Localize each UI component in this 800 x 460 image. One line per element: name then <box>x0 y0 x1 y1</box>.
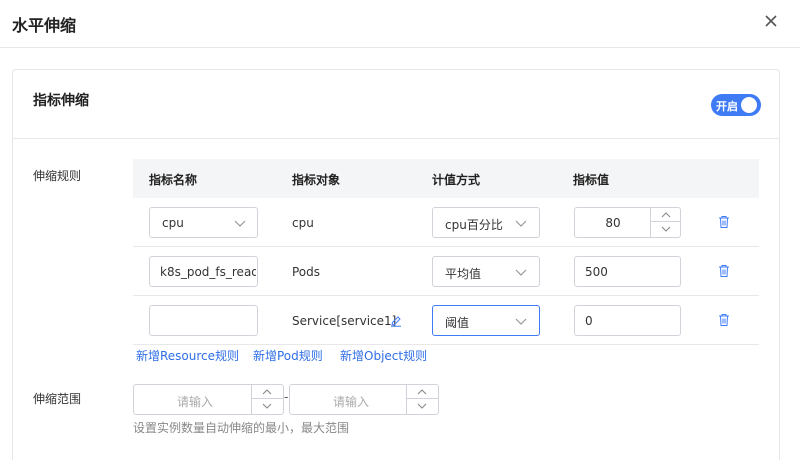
enable-toggle[interactable]: 开启 <box>711 94 761 116</box>
select-value: cpu <box>162 216 184 230</box>
dialog-title: 水平伸缩 <box>12 16 77 35</box>
max-placeholder: 请输入 <box>333 395 370 409</box>
rules-label: 伸缩规则 <box>33 169 82 183</box>
increment-button[interactable] <box>407 385 439 399</box>
method-select[interactable]: cpu百分比 <box>432 207 540 238</box>
input-value: k8s_pod_fs_read <box>160 265 256 279</box>
chevron-up-icon <box>417 389 427 395</box>
select-value: 阈值 <box>445 316 470 330</box>
select-value: 平均值 <box>445 267 482 281</box>
chevron-down-icon <box>262 403 272 409</box>
dialog: 水平伸缩 指标伸缩 开启 伸缩规则 指标名称 指标对象 计值方式 指标值 cpu <box>0 0 800 460</box>
card-header: 指标伸缩 开启 <box>13 70 779 139</box>
metric-target-text: Service[service1] <box>292 314 397 328</box>
header-metric-name: 指标名称 <box>149 173 198 187</box>
chevron-up-icon <box>661 212 671 218</box>
trash-icon[interactable] <box>717 313 731 327</box>
metric-value-stepper[interactable]: 80 <box>574 207 681 238</box>
close-icon[interactable] <box>762 12 780 30</box>
chevron-down-icon <box>515 269 527 276</box>
trash-icon[interactable] <box>717 264 731 278</box>
min-placeholder: 请输入 <box>177 395 214 409</box>
stepper-value: 80 <box>605 216 621 230</box>
chevron-down-icon <box>417 403 427 409</box>
table-row: cpu cpu cpu百分比 80 <box>133 198 759 247</box>
metric-name-input[interactable]: k8s_pod_fs_read <box>149 256 258 287</box>
range-hint: 设置实例数量自动伸缩的最小，最大范围 <box>133 421 350 435</box>
metric-value-input[interactable]: 0 <box>574 305 681 336</box>
table-row: k8s_pod_fs_read Pods 平均值 500 <box>133 247 759 296</box>
chevron-up-icon <box>262 389 272 395</box>
edit-icon[interactable] <box>390 315 402 327</box>
trash-icon[interactable] <box>717 215 731 229</box>
header-metric-value: 指标值 <box>573 173 610 187</box>
dialog-header: 水平伸缩 <box>0 0 800 48</box>
chevron-down-icon <box>234 220 246 227</box>
metric-name-select[interactable]: cpu <box>149 207 258 238</box>
table-header: 指标名称 指标对象 计值方式 指标值 <box>133 159 759 198</box>
method-select[interactable]: 平均值 <box>432 256 540 287</box>
chevron-down-icon <box>661 226 671 232</box>
table-row: Service[service1] 阈值 0 <box>133 296 759 345</box>
decrement-button[interactable] <box>252 399 284 413</box>
metric-target-text: Pods <box>292 265 321 279</box>
method-select[interactable]: 阈值 <box>432 305 540 336</box>
min-replicas-stepper[interactable]: 请输入 <box>133 384 284 415</box>
max-replicas-stepper[interactable]: 请输入 <box>289 384 439 415</box>
range-label: 伸缩范围 <box>33 392 82 406</box>
increment-button[interactable] <box>651 208 681 222</box>
add-object-rule-link[interactable]: 新增Object规则 <box>340 347 427 364</box>
chevron-down-icon <box>515 318 527 325</box>
stepper-controls <box>650 208 681 237</box>
range-separator: - <box>284 390 289 404</box>
toggle-knob <box>741 97 757 113</box>
metric-value-input[interactable]: 500 <box>574 256 681 287</box>
input-value: 500 <box>585 265 608 279</box>
chevron-down-icon <box>515 220 527 227</box>
card-title: 指标伸缩 <box>33 93 89 109</box>
metric-name-input[interactable] <box>149 305 258 336</box>
decrement-button[interactable] <box>651 222 681 236</box>
stepper-controls <box>406 385 439 414</box>
decrement-button[interactable] <box>407 399 439 413</box>
increment-button[interactable] <box>252 385 284 399</box>
add-resource-rule-link[interactable]: 新增Resource规则 <box>136 347 239 364</box>
metric-target-text: cpu <box>292 216 314 230</box>
header-metric-target: 指标对象 <box>292 173 341 187</box>
header-method: 计值方式 <box>432 173 481 187</box>
input-value: 0 <box>585 314 593 328</box>
toggle-label: 开启 <box>716 100 738 113</box>
stepper-controls <box>251 385 284 414</box>
select-value: cpu百分比 <box>445 218 503 232</box>
add-pod-rule-link[interactable]: 新增Pod规则 <box>253 347 323 364</box>
